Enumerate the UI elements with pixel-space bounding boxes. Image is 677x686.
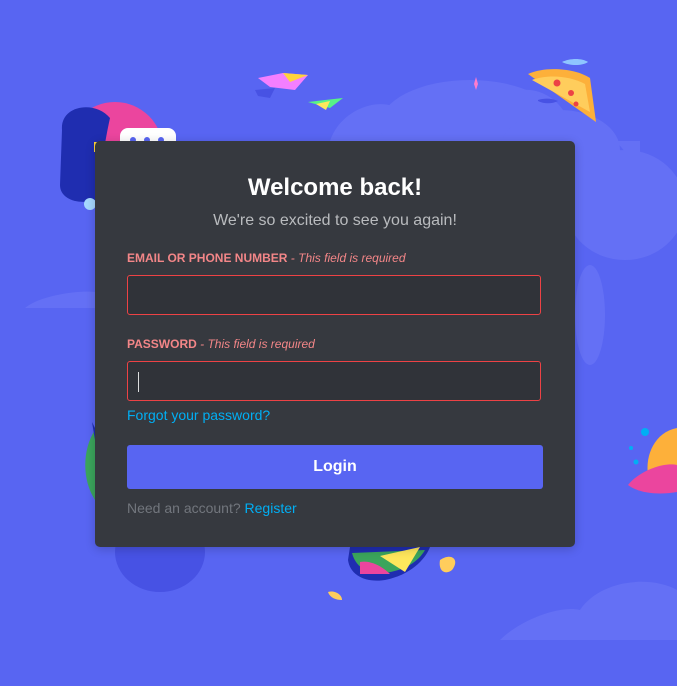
- password-error-text: - This field is required: [200, 337, 315, 351]
- password-label-text: PASSWORD: [127, 337, 197, 351]
- need-account-text: Need an account?: [127, 500, 241, 516]
- page-subtitle: We're so excited to see you again!: [213, 212, 457, 229]
- text-cursor: [138, 372, 139, 392]
- password-field[interactable]: [127, 361, 541, 401]
- decorative-sandwich-icon: [328, 547, 456, 600]
- register-link[interactable]: Register: [245, 500, 297, 516]
- email-field[interactable]: [127, 275, 541, 315]
- page-title: Welcome back!: [247, 174, 423, 201]
- forgot-password-link[interactable]: Forgot your password?: [127, 406, 270, 424]
- decorative-tongue-icon: [628, 428, 677, 494]
- decorative-leaf-icon: [85, 422, 95, 500]
- register-prompt: Need an account? Register: [127, 499, 297, 517]
- login-button[interactable]: Login: [127, 445, 543, 489]
- decorative-paper-plane-icon: [255, 73, 308, 98]
- decorative-bird-icon: [308, 98, 343, 110]
- password-field-label: PASSWORD - This field is required: [127, 336, 315, 352]
- email-error-text: - This field is required: [290, 251, 406, 265]
- email-field-label: EMAIL OR PHONE NUMBER - This field is re…: [127, 250, 406, 266]
- login-card: Welcome back! We're so excited to see yo…: [95, 141, 575, 547]
- email-label-text: EMAIL OR PHONE NUMBER: [127, 251, 288, 265]
